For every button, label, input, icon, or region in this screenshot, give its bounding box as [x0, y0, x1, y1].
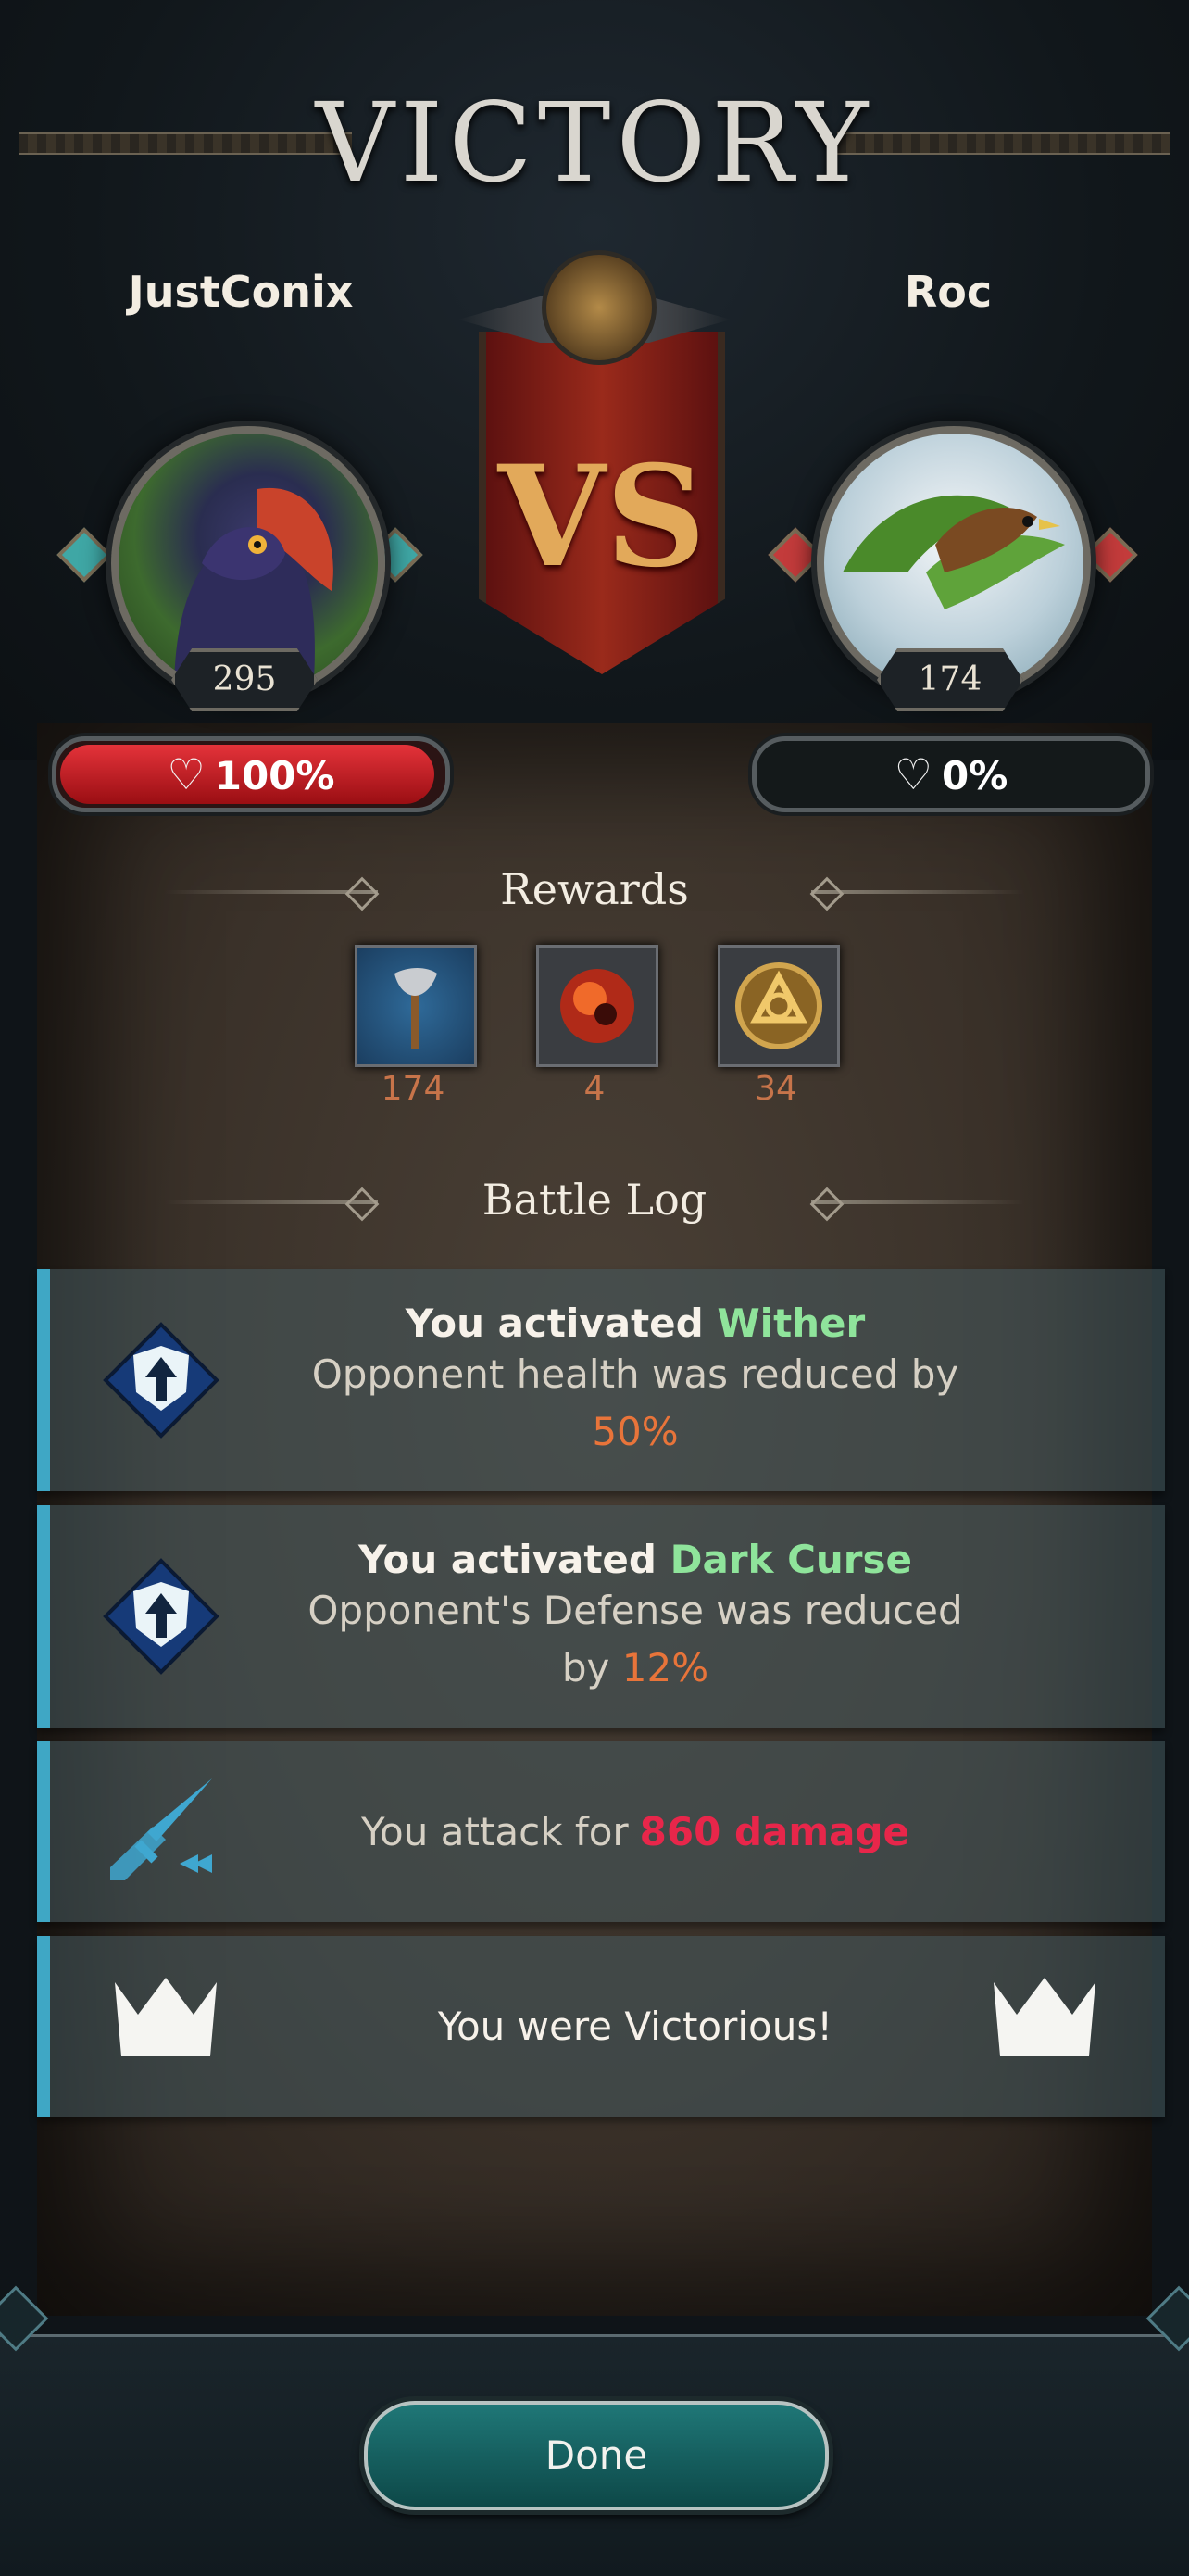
log-prefix: You activated [405, 1300, 718, 1346]
log-entry: You attack for 860 damage [37, 1741, 1165, 1922]
celtic-crest-icon [542, 250, 657, 365]
ability-name: Dark Curse [670, 1536, 913, 1582]
victory-message: You were Victorious! [437, 2003, 833, 2049]
battle-log-heading: Battle Log [482, 1175, 707, 1225]
rewards-heading: Rewards [500, 864, 689, 914]
log-detail: You attack for [360, 1808, 629, 1854]
log-value: 12% [621, 1644, 709, 1690]
ability-name: Wither [717, 1300, 866, 1346]
title-banner: VICTORY [0, 79, 1189, 207]
crown-icon [110, 1973, 221, 2075]
damage-value: 860 damage [639, 1808, 910, 1854]
gold-rune-icon [735, 962, 822, 1049]
reward-count: 174 [381, 1070, 445, 1108]
crown-icon [989, 1973, 1100, 2075]
heart-icon: ♡ [894, 749, 932, 799]
axe-icon [394, 968, 437, 1049]
log-detail: Opponent health was reduced by [311, 1351, 959, 1397]
log-value: 50% [592, 1408, 679, 1454]
heart-icon: ♡ [167, 749, 206, 799]
log-entry: You activated Wither Opponent health was… [37, 1269, 1165, 1491]
reward-fire-orb[interactable] [536, 945, 658, 1067]
opponent-name: Roc [904, 267, 993, 317]
shield-up-arrow-icon [101, 1320, 221, 1440]
log-detail: Opponent's Defense was reduced [307, 1587, 963, 1633]
reward-gold-rune[interactable] [718, 945, 840, 1067]
sword-icon [101, 1771, 221, 1891]
shield-up-arrow-icon [101, 1556, 221, 1677]
vs-label: VS [497, 435, 707, 598]
player-health-bar: ♡ 100% [52, 736, 450, 812]
fire-orb-icon [560, 969, 634, 1043]
log-prefix: You activated [357, 1536, 670, 1582]
log-entry: You activated Dark Curse Opponent's Defe… [37, 1505, 1165, 1728]
player-health-label: 100% [214, 753, 335, 798]
opponent-health-bar: ♡ 0% [752, 736, 1150, 812]
reward-count: 34 [755, 1070, 797, 1108]
log-detail: by [561, 1644, 622, 1690]
player-name: JustConix [128, 267, 354, 317]
reward-count: 4 [583, 1070, 606, 1108]
opponent-health-label: 0% [941, 753, 1008, 798]
player-level-badge: 295 [171, 648, 318, 711]
reward-axe[interactable] [355, 945, 477, 1067]
page-title: VICTORY [315, 79, 874, 207]
opponent-level-badge: 174 [877, 648, 1023, 711]
done-button[interactable]: Done [364, 2401, 829, 2510]
log-entry: You were Victorious! [37, 1936, 1165, 2117]
